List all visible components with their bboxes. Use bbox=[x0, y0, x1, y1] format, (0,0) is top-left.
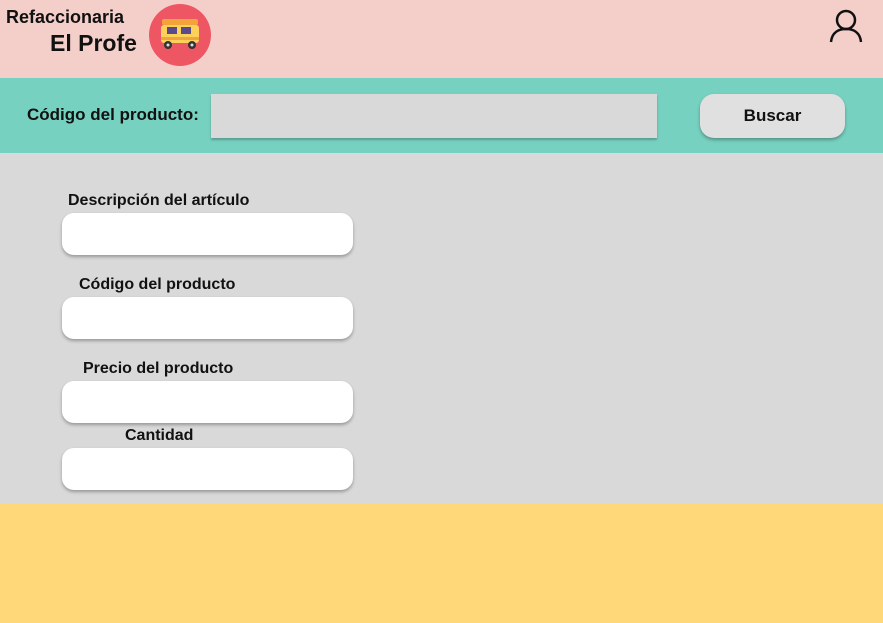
product-code-label: Código del producto bbox=[79, 276, 236, 293]
quantity-field[interactable] bbox=[62, 448, 353, 490]
user-profile-icon[interactable] bbox=[828, 8, 864, 44]
brand-name-line2: El Profe bbox=[50, 30, 137, 56]
description-label: Descripción del artículo bbox=[68, 192, 250, 209]
product-code-field[interactable] bbox=[62, 297, 353, 339]
auto-rickshaw-icon bbox=[149, 4, 211, 66]
footer bbox=[0, 503, 883, 623]
description-field[interactable] bbox=[62, 213, 353, 255]
search-button[interactable]: Buscar bbox=[700, 94, 845, 138]
quantity-label: Cantidad bbox=[125, 427, 194, 444]
search-label: Código del producto: bbox=[27, 105, 199, 124]
brand-name-line1: Refaccionaria bbox=[6, 7, 125, 27]
price-field[interactable] bbox=[62, 381, 353, 423]
app-header: Refaccionaria El Profe bbox=[0, 0, 883, 78]
product-code-search-input[interactable] bbox=[211, 94, 657, 138]
price-label: Precio del producto bbox=[83, 360, 234, 377]
search-bar: Código del producto: Buscar bbox=[0, 78, 883, 153]
